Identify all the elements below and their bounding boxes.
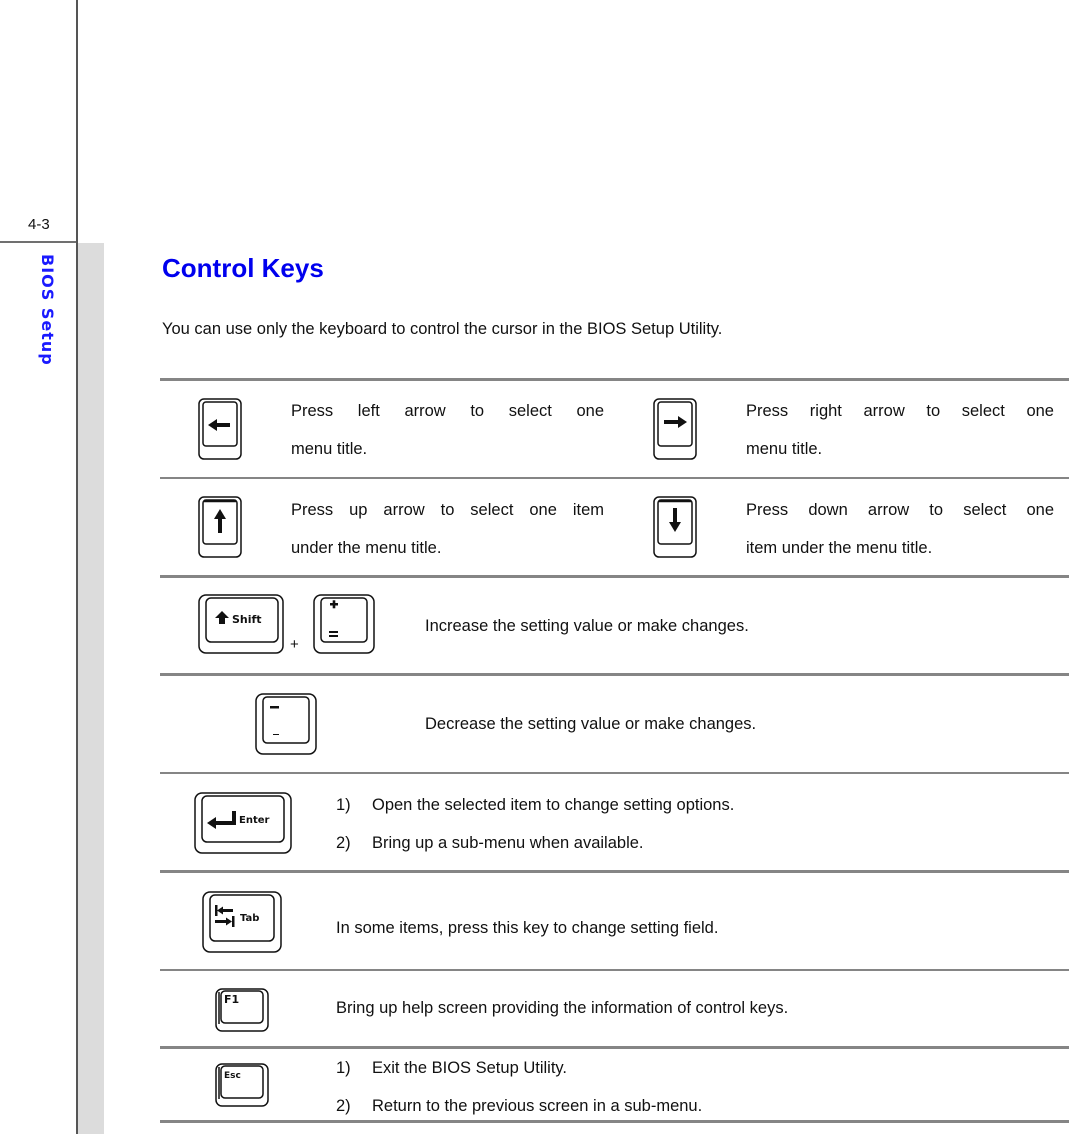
list-item: 1) Open the selected item to change setti… — [336, 786, 734, 824]
side-tab-bar — [78, 243, 104, 1134]
table-rule — [160, 772, 1069, 774]
page-number-rule — [0, 241, 76, 243]
page-title: Control Keys — [162, 253, 324, 283]
table-rule — [160, 673, 1069, 676]
list-text: Open the selected item to change setting… — [372, 796, 735, 814]
list-item: 1) Exit the BIOS Setup Utility. — [336, 1049, 702, 1087]
table-rule — [160, 870, 1069, 873]
list-number: 2) — [336, 1097, 351, 1115]
table-rule — [160, 969, 1069, 971]
list-text: Return to the previous screen in a sub-m… — [372, 1097, 703, 1115]
minus-description: Decrease the setting value or make chang… — [425, 715, 757, 733]
plus-sign: + — [290, 636, 299, 653]
down-arrow-key-icon — [653, 496, 697, 558]
desc-line: under the menu title. — [291, 539, 442, 557]
table-rule — [160, 378, 1069, 381]
f1-key-label: F1 — [224, 993, 239, 1006]
enter-key-icon: Enter — [194, 792, 292, 854]
f1-description: Bring up help screen providing the infor… — [336, 999, 789, 1017]
desc-line: Press right arrow to select one — [746, 402, 1054, 420]
down-arrow-description: Press down arrow to select one item unde… — [746, 491, 1054, 567]
list-text: Bring up a sub-menu when available. — [372, 834, 644, 852]
desc-line: Press up arrow to select one item — [291, 501, 604, 519]
section-title: BIOS Setup — [38, 254, 57, 366]
esc-description: 1) Exit the BIOS Setup Utility. 2) Return … — [336, 1049, 702, 1125]
up-arrow-description: Press up arrow to select one item under … — [291, 491, 604, 567]
desc-line: item under the menu title. — [746, 539, 933, 557]
plus-equal-key-icon — [313, 594, 375, 654]
shift-plus-description: Increase the setting value or make chang… — [425, 617, 749, 635]
esc-key-icon: Esc — [215, 1063, 269, 1107]
shift-key-label: Shift — [232, 613, 262, 626]
list-number: 1) — [336, 796, 351, 814]
right-arrow-key-icon — [653, 398, 697, 460]
list-number: 1) — [336, 1059, 351, 1077]
left-arrow-key-icon — [198, 398, 242, 460]
esc-key-label: Esc — [224, 1071, 241, 1081]
list-item: 2) Return to the previous screen in a sub… — [336, 1087, 702, 1125]
desc-line: Press left arrow to select one — [291, 402, 604, 420]
list-number: 2) — [336, 834, 351, 852]
list-item: 2) Bring up a sub-menu when available. — [336, 824, 734, 862]
left-arrow-description: Press left arrow to select one menu titl… — [291, 392, 604, 468]
enter-key-label: Enter — [239, 815, 270, 826]
shift-key-icon: Shift — [198, 594, 284, 654]
page-number: 4-3 — [28, 216, 50, 233]
desc-line: Press down arrow to select one — [746, 501, 1054, 519]
right-arrow-description: Press right arrow to select one menu tit… — [746, 392, 1054, 468]
minus-key-icon — [255, 693, 317, 755]
tab-description: In some items, press this key to change … — [336, 919, 719, 937]
tab-key-icon: Tab — [202, 891, 282, 953]
up-arrow-key-icon — [198, 496, 242, 558]
intro-text: You can use only the keyboard to control… — [162, 320, 723, 338]
f1-key-icon: F1 — [215, 988, 269, 1032]
enter-description: 1) Open the selected item to change setti… — [336, 786, 734, 862]
desc-line: menu title. — [291, 440, 368, 458]
table-rule — [160, 575, 1069, 578]
desc-line: menu title. — [746, 440, 823, 458]
list-text: Exit the BIOS Setup Utility. — [372, 1059, 568, 1077]
tab-key-label: Tab — [240, 913, 259, 924]
table-rule — [160, 477, 1069, 479]
